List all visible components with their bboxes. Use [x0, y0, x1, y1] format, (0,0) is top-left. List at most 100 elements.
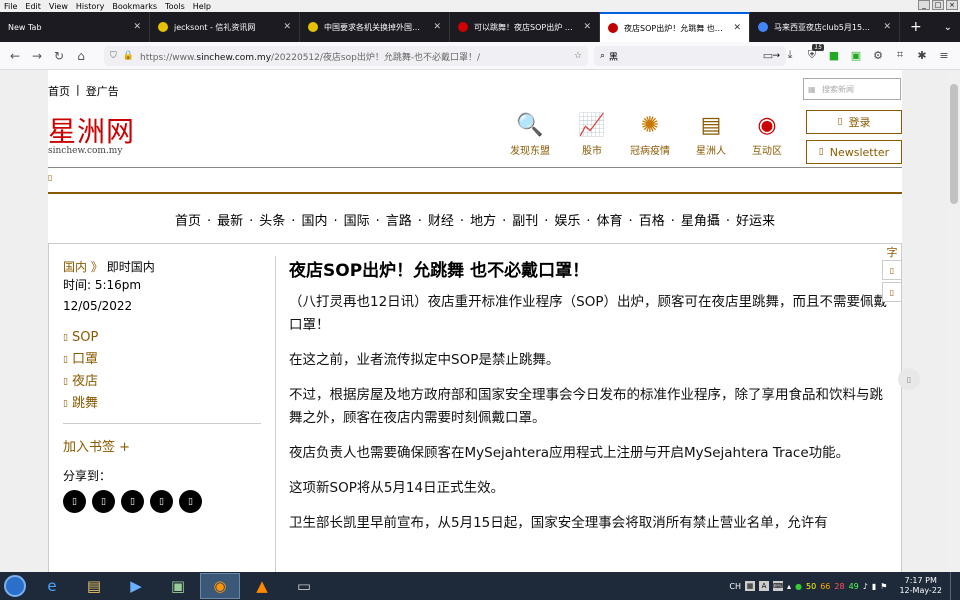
reload-icon[interactable]: ↻ [48, 45, 70, 67]
font-decrease-icon[interactable]: ▯ [882, 282, 902, 302]
reader-view-icon[interactable]: ▭ [760, 46, 776, 64]
crop-icon[interactable]: ⌗ [892, 46, 908, 64]
extension-shield-icon[interactable]: ⛨ 15 [804, 44, 824, 64]
system-clock[interactable]: 7:17 PM 12-May-22 [899, 576, 942, 596]
tray-green-icon[interactable]: ● [795, 582, 802, 591]
site-search-input[interactable]: ▦ 搜索新闻 [803, 78, 901, 100]
internet-explorer-icon[interactable]: e [32, 573, 72, 599]
shield-icon[interactable]: ⛉ [110, 51, 117, 61]
url-bar[interactable]: ⛉ 🔒 https://www.sinchew.com.my/20220512/… [104, 46, 588, 66]
main-nav-item[interactable]: 首页 [175, 214, 201, 229]
extensions-puzzle-icon[interactable]: ✱ [914, 46, 930, 64]
main-nav-item[interactable]: 副刊 [512, 214, 538, 229]
scrollbar-thumb[interactable] [950, 84, 958, 204]
home-link[interactable]: 首页 [48, 83, 70, 99]
main-nav-item[interactable]: 星角攝 [681, 214, 720, 229]
main-nav-item[interactable]: 国际 [344, 214, 370, 229]
tab-close-icon[interactable]: ✕ [583, 22, 591, 32]
tag-item[interactable]: ▯ 跳舞 [63, 393, 263, 415]
extension-green2-icon[interactable]: ▣ [848, 46, 864, 64]
menu-item-bookmarks[interactable]: Bookmarks [108, 2, 161, 11]
quick-link-stock[interactable]: 📈 股市 [575, 108, 609, 158]
maximize-icon[interactable]: □ [932, 0, 944, 10]
main-nav-item[interactable]: 国内 [301, 214, 327, 229]
menu-item-history[interactable]: History [72, 2, 108, 11]
menu-item-tools[interactable]: Tools [161, 2, 189, 11]
page-scrollbar[interactable] [948, 70, 960, 572]
close-icon[interactable]: × [946, 0, 958, 10]
facebook-share-icon[interactable]: ▯ [63, 490, 86, 513]
media-player-icon[interactable]: ▶ [116, 573, 156, 599]
minimize-icon[interactable]: _ [918, 0, 930, 10]
copy-link-share-icon[interactable]: ▯ [179, 490, 202, 513]
browser-tab[interactable]: jecksont - 信礼资讯网 ✕ [150, 12, 300, 42]
menu-icon[interactable]: ≡ [936, 46, 952, 64]
main-nav-item[interactable]: 百格 [639, 214, 665, 229]
app-window-icon[interactable]: ▭ [284, 573, 324, 599]
browser-tab[interactable]: 马来西亚夜店club5月15日不用 ✕ [750, 12, 900, 42]
start-button[interactable] [0, 572, 30, 600]
vlc-icon[interactable]: ▲ [242, 573, 282, 599]
downloads-icon[interactable]: ⤓ [782, 46, 798, 64]
tag-item[interactable]: ▯ SOP [63, 327, 263, 349]
main-nav-item[interactable]: 娱乐 [554, 214, 580, 229]
floating-scroll-button[interactable]: ▯ [898, 368, 920, 390]
advertise-link[interactable]: 登广告 [86, 83, 119, 99]
login-button[interactable]: ▯ 登录 [806, 110, 902, 134]
main-nav-item[interactable]: 体育 [597, 214, 623, 229]
tab-close-icon[interactable]: ✕ [733, 23, 741, 33]
forward-icon[interactable]: → [26, 45, 48, 67]
tab-close-icon[interactable]: ✕ [283, 22, 291, 32]
add-bookmark-link[interactable]: 加入书签 + [63, 436, 263, 455]
main-nav-item[interactable]: 财经 [428, 214, 454, 229]
search-bar[interactable]: ⌕ 黑 → [594, 46, 786, 66]
main-nav-item[interactable]: 头条 [259, 214, 285, 229]
main-nav-item[interactable]: 最新 [217, 214, 243, 229]
home-icon[interactable]: ⌂ [70, 45, 92, 67]
ime-icon[interactable]: ▦ [745, 581, 756, 591]
menu-item-help[interactable]: Help [189, 2, 215, 11]
tab-list-chevron-icon[interactable]: ⌄ [936, 12, 960, 42]
menu-item-file[interactable]: File [0, 2, 21, 11]
terminal-app-icon[interactable]: ▣ [158, 573, 198, 599]
back-icon[interactable]: ← [4, 45, 26, 67]
quick-link-covid[interactable]: ✺ 冠病疫情 [630, 108, 670, 158]
volume-icon[interactable]: ♪ [863, 582, 868, 591]
language-indicator[interactable]: CH [729, 582, 741, 591]
bookmark-star-icon[interactable]: ☆ [574, 51, 582, 61]
tray-arrow-icon[interactable]: ▴ [787, 582, 791, 591]
keyboard-icon[interactable]: ⌨ [773, 581, 783, 591]
tab-close-icon[interactable]: ✕ [133, 22, 141, 32]
telegram-share-icon[interactable]: ▯ [150, 490, 173, 513]
show-desktop-button[interactable] [950, 572, 960, 600]
menu-item-edit[interactable]: Edit [21, 2, 45, 11]
tag-item[interactable]: ▯ 夜店 [63, 371, 263, 393]
network-icon[interactable]: ▮ [872, 582, 876, 591]
file-explorer-icon[interactable]: ▤ [74, 573, 114, 599]
newsletter-button[interactable]: ▯ Newsletter [806, 140, 902, 164]
ime-a-icon[interactable]: A [759, 581, 770, 591]
browser-tab[interactable]: 夜店SOP出炉！允跳舞 也不必戴 ✕ [600, 12, 750, 42]
firefox-taskbar-icon[interactable]: ◉ [200, 573, 240, 599]
breadcrumb-current[interactable]: 即时国内 [107, 260, 155, 274]
quick-link-interactive[interactable]: ◉ 互动区 [750, 108, 784, 158]
flag-icon[interactable]: ⚑ [880, 582, 887, 591]
new-tab-button[interactable]: + [900, 12, 932, 42]
tag-item[interactable]: ▯ 口罩 [63, 349, 263, 371]
whatsapp-share-icon[interactable]: ▯ [121, 490, 144, 513]
main-nav-item[interactable]: 言路 [386, 214, 412, 229]
browser-tab[interactable]: New Tab ✕ [0, 12, 150, 42]
extension-green-icon[interactable]: ■ [826, 46, 842, 64]
lock-icon[interactable]: 🔒 [123, 51, 134, 61]
menu-item-view[interactable]: View [45, 2, 72, 11]
tab-close-icon[interactable]: ✕ [883, 22, 891, 32]
browser-tab[interactable]: 中国要求各机关换掉外国品牌电 ✕ [300, 12, 450, 42]
settings-gear-icon[interactable]: ⚙ [870, 46, 886, 64]
main-nav-item[interactable]: 好运来 [736, 214, 775, 229]
font-increase-icon[interactable]: ▯ [882, 260, 902, 280]
browser-tab[interactable]: 可以跳舞！夜店SOP出炉 ❗ 5月1 ✕ [450, 12, 600, 42]
quick-link-sinchew-people[interactable]: ▤ 星洲人 [694, 108, 728, 158]
main-nav-item[interactable]: 地方 [470, 214, 496, 229]
tab-close-icon[interactable]: ✕ [433, 22, 441, 32]
quick-link-discover-asean[interactable]: 🔍 发现东盟 [510, 108, 550, 158]
